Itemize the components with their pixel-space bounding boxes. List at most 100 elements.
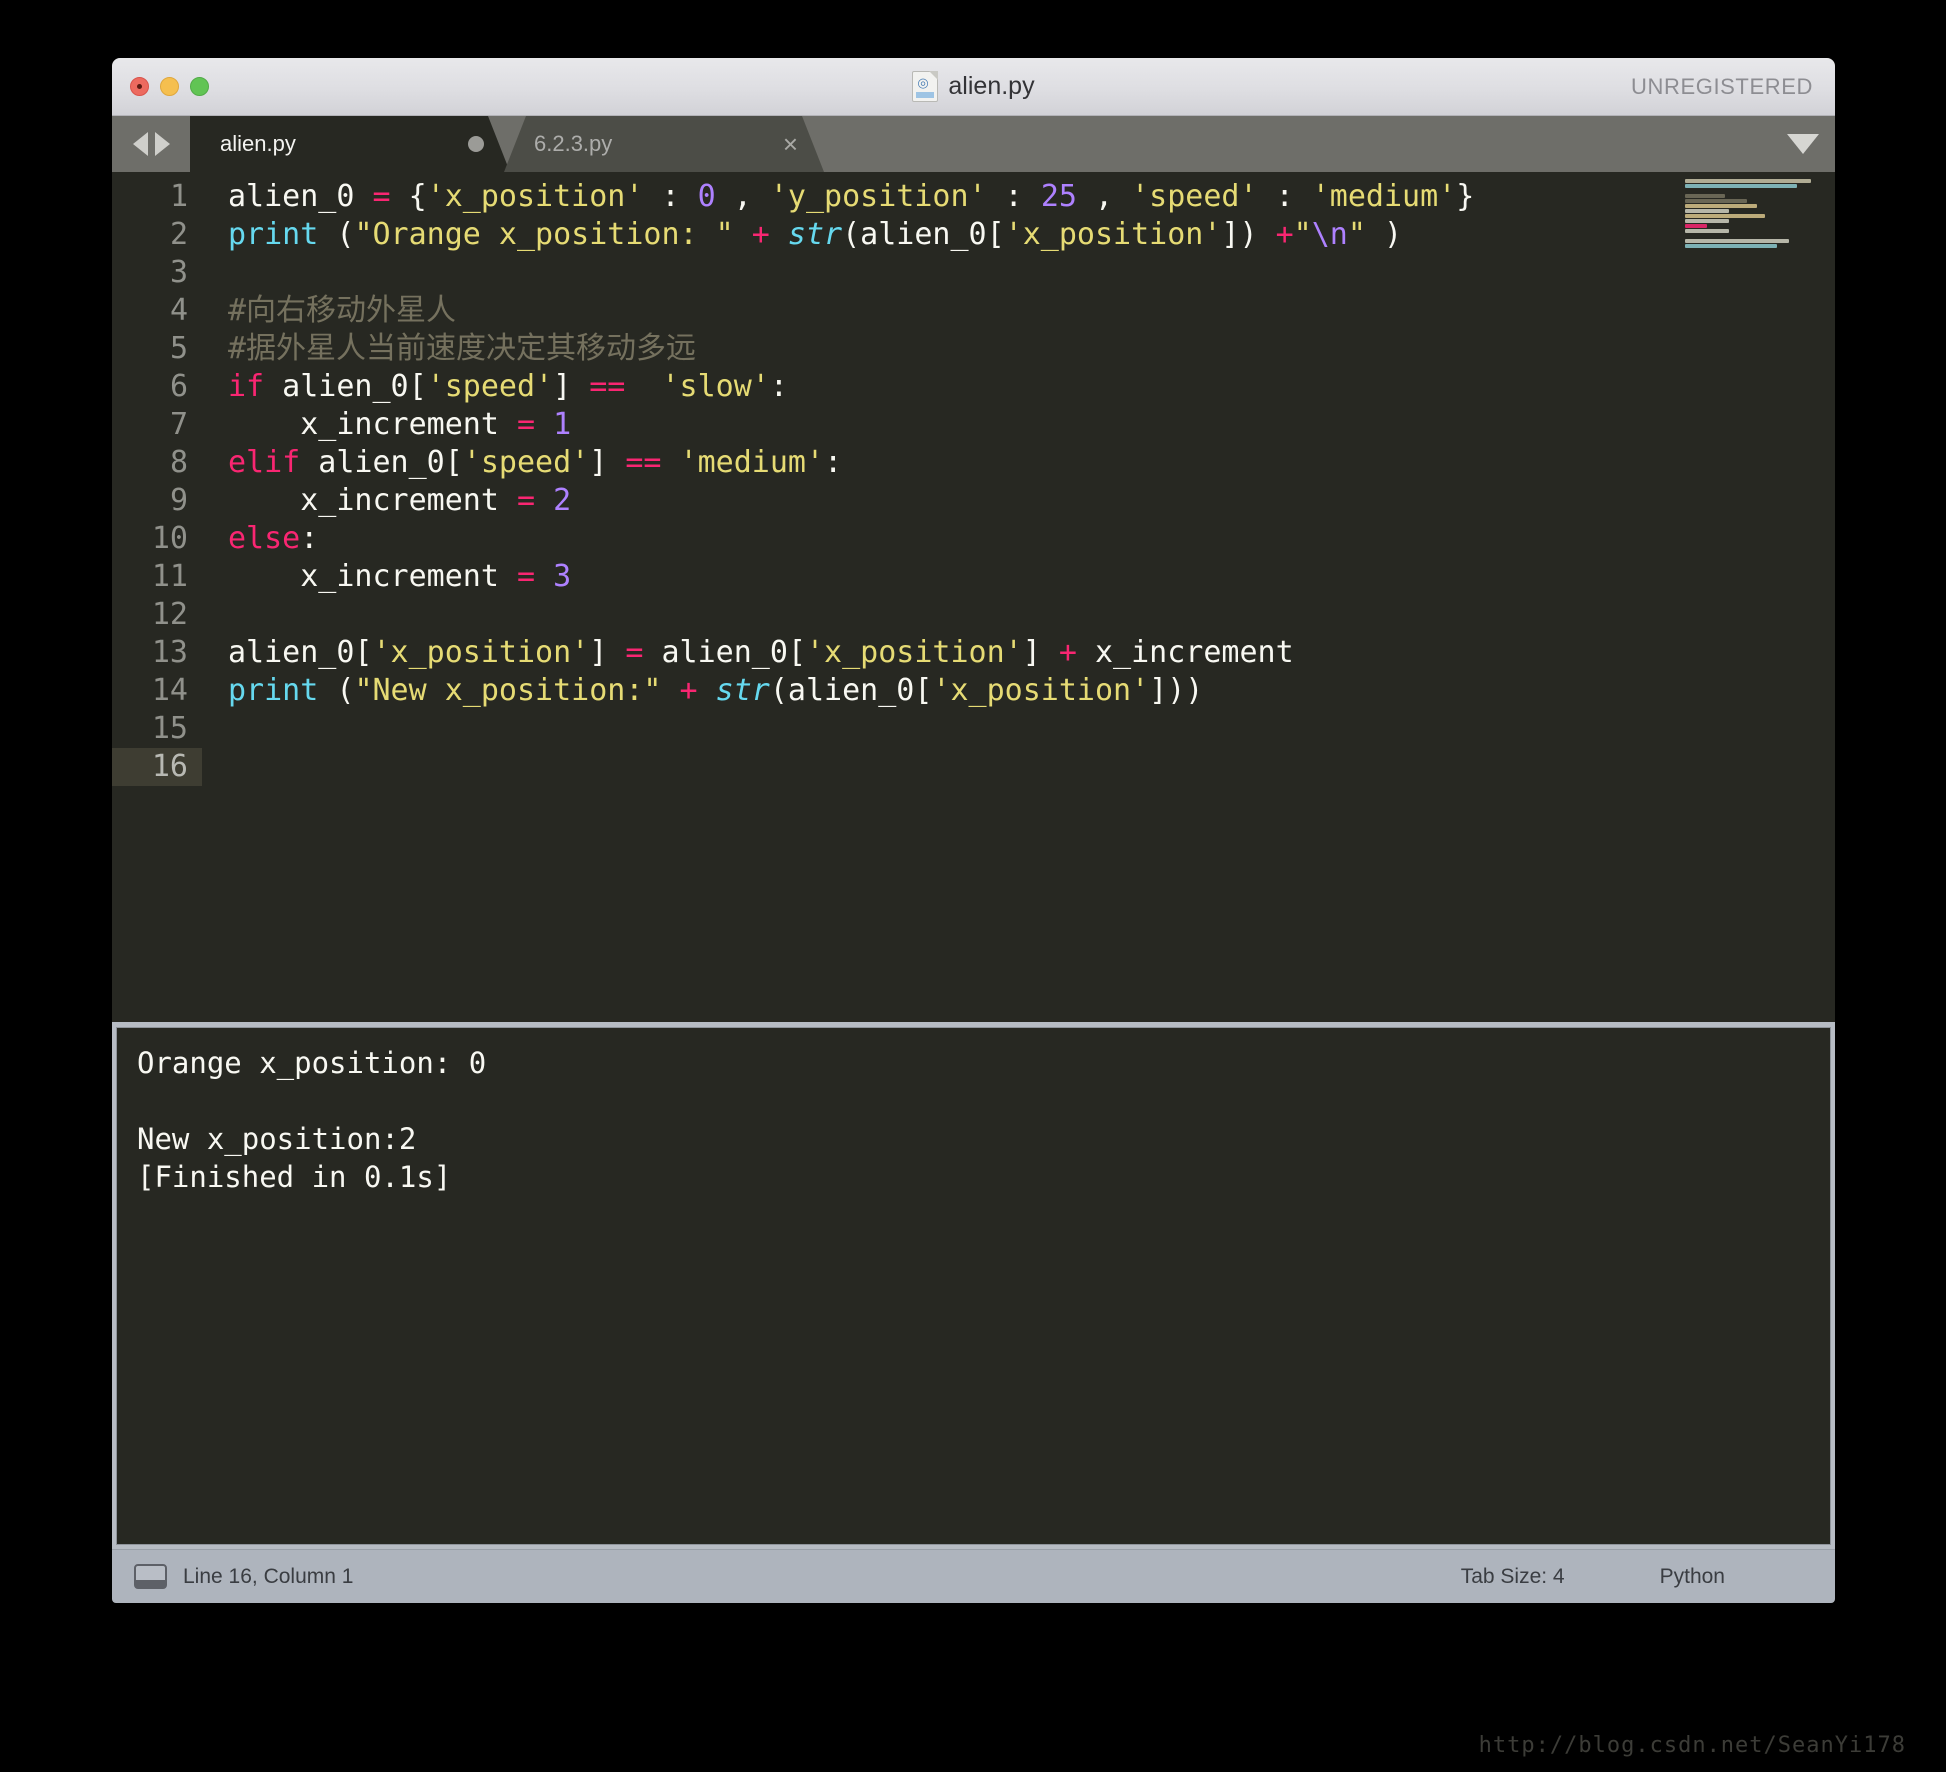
status-bar-right: Tab Size: 4 Python: [1461, 1565, 1835, 1589]
code-token: :: [1257, 179, 1312, 214]
tab-navigation-arrows: [112, 116, 190, 172]
panel-toggle-icon[interactable]: [134, 1564, 167, 1589]
code-token: =: [516, 483, 536, 518]
arrow-right-icon[interactable]: [154, 132, 170, 156]
code-token: ==: [625, 445, 662, 480]
status-bar: Line 16, Column 1 Tab Size: 4 Python: [112, 1549, 1835, 1603]
tab-6-2-3-py[interactable]: 6.2.3.py ×: [504, 116, 824, 172]
minimap-row: [1685, 219, 1729, 223]
code-line: if alien_0['speed'] == 'slow':: [228, 368, 1835, 406]
title-bar: ◎ alien.py UNREGISTERED: [112, 58, 1835, 116]
code-token: x_increment: [228, 407, 517, 442]
line-number: 7: [169, 407, 188, 442]
code-token: 2: [553, 483, 572, 518]
window-title: alien.py: [948, 72, 1035, 100]
minimap-row: [1685, 244, 1777, 248]
code-token: ]: [589, 445, 626, 480]
code-token: if: [228, 369, 265, 404]
code-token: ): [1365, 217, 1403, 252]
code-token: 'slow': [661, 369, 770, 404]
code-token: +: [1275, 217, 1294, 252]
code-token: print: [228, 673, 319, 708]
code-token: "Orange x_position: ": [354, 217, 734, 252]
minimap-row: [1685, 184, 1797, 188]
minimap[interactable]: [1681, 178, 1821, 252]
syntax-label[interactable]: Python: [1660, 1565, 1725, 1589]
sublime-text-window: ◎ alien.py UNREGISTERED alien.py 6.2.3.p…: [112, 58, 1835, 1603]
line-number: 5: [169, 331, 188, 366]
code-token: ])): [1149, 673, 1204, 708]
code-token: :: [300, 521, 319, 556]
code-token: =: [516, 559, 536, 594]
code-line: x_increment = 3: [228, 558, 1835, 596]
code-token: str: [787, 217, 843, 252]
code-token: (alien_0[: [842, 217, 1005, 252]
code-token: +: [751, 217, 770, 252]
tab-size-label[interactable]: Tab Size: 4: [1461, 1565, 1565, 1589]
minimap-row: [1685, 214, 1765, 218]
line-number: 10: [151, 521, 188, 556]
code-line: alien_0 = {'x_position' : 0 , 'y_positio…: [228, 178, 1835, 216]
minimap-row: [1685, 204, 1757, 208]
tab-overflow-dropdown[interactable]: [1771, 116, 1835, 172]
code-token: }: [1456, 179, 1475, 214]
line-number: 1: [169, 179, 188, 214]
code-line: print ("Orange x_position: " + str(alien…: [228, 216, 1835, 254]
minimap-row: [1685, 199, 1747, 203]
code-token: ,: [1076, 179, 1132, 214]
code-token: 1: [553, 407, 572, 442]
line-number: 9: [169, 483, 188, 518]
code-token: 'x_position': [806, 635, 1023, 670]
code-token: (: [318, 673, 355, 708]
code-token: :: [643, 179, 698, 214]
line-number: 13: [151, 635, 188, 670]
code-token: alien_0[: [300, 445, 463, 480]
window-title-group: ◎ alien.py: [112, 71, 1835, 102]
line-number: 3: [169, 255, 188, 290]
code-line: elif alien_0['speed'] == 'medium':: [228, 444, 1835, 482]
code-token: alien_0: [228, 179, 373, 214]
code-line: x_increment = 1: [228, 406, 1835, 444]
code-editor[interactable]: 1 2 3 4 5 6 7 8 9 10 11 12 13 14 15 16 alien_0 = {'x_po…: [112, 172, 1835, 1022]
close-icon[interactable]: ×: [783, 131, 798, 157]
code-content[interactable]: alien_0 = {'x_position' : 0 , 'y_positio…: [202, 178, 1835, 786]
tab-bar: alien.py 6.2.3.py ×: [112, 116, 1835, 172]
code-token: #据外星人当前速度决定其移动多远: [228, 331, 697, 366]
build-output-console[interactable]: Orange x_position: 0 New x_position:2 [F…: [116, 1027, 1831, 1545]
code-line: x_increment = 2: [228, 482, 1835, 520]
minimap-row: [1685, 229, 1729, 233]
python-file-icon: ◎: [912, 71, 939, 102]
code-token: ]): [1221, 217, 1276, 252]
code-token: =: [516, 407, 536, 442]
arrow-left-icon[interactable]: [132, 132, 148, 156]
minimap-row: [1685, 224, 1707, 228]
code-token: 'medium': [1311, 179, 1457, 214]
line-number: 16: [112, 748, 202, 786]
license-status-label: UNREGISTERED: [1631, 73, 1813, 99]
code-token: {: [390, 179, 427, 214]
code-token: 'x_position': [932, 673, 1150, 708]
code-token: alien_0[: [228, 635, 373, 670]
code-line: #据外星人当前速度决定其移动多远: [228, 330, 1835, 368]
code-token: alien_0[: [264, 369, 427, 404]
code-token: 'y_position': [769, 179, 987, 214]
code-token: +: [679, 673, 698, 708]
output-panel-container: Orange x_position: 0 New x_position:2 [F…: [112, 1022, 1835, 1549]
dirty-dot-icon[interactable]: [468, 136, 484, 152]
line-number: 12: [151, 597, 188, 632]
code-token: (alien_0[: [769, 673, 933, 708]
tab-alien-py[interactable]: alien.py: [190, 116, 510, 172]
minimap-row: [1685, 194, 1725, 198]
code-token: 'speed': [1131, 179, 1258, 214]
code-token: x_increment: [228, 559, 517, 594]
